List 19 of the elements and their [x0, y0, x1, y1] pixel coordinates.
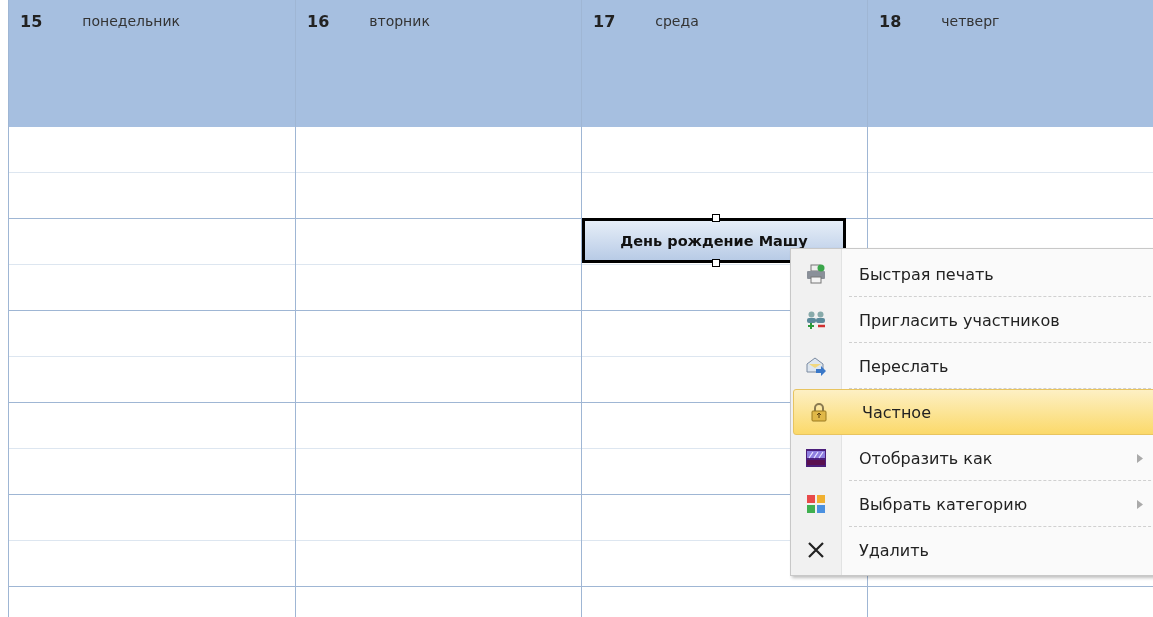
menu-item[interactable]: Частное	[793, 389, 1153, 435]
cross-icon	[807, 541, 825, 559]
people-icon	[806, 310, 826, 330]
resize-handle[interactable]	[712, 214, 720, 222]
day-number: 15	[20, 12, 43, 31]
color-squares-icon	[806, 494, 826, 514]
envelope-arrow-icon	[806, 356, 826, 376]
day-name: вторник	[369, 13, 430, 29]
day-name: понедельник	[82, 13, 180, 29]
menu-item[interactable]: Удалить	[791, 527, 1153, 573]
day-name: четверг	[941, 13, 1000, 29]
day-name: среда	[655, 13, 699, 29]
day-number: 17	[593, 12, 616, 31]
day-number: 16	[307, 12, 330, 31]
padlock-icon	[809, 402, 829, 422]
resize-handle[interactable]	[712, 259, 720, 267]
pattern-swatch-icon	[806, 448, 826, 468]
printer-icon	[806, 264, 826, 284]
day-number: 18	[879, 12, 902, 31]
